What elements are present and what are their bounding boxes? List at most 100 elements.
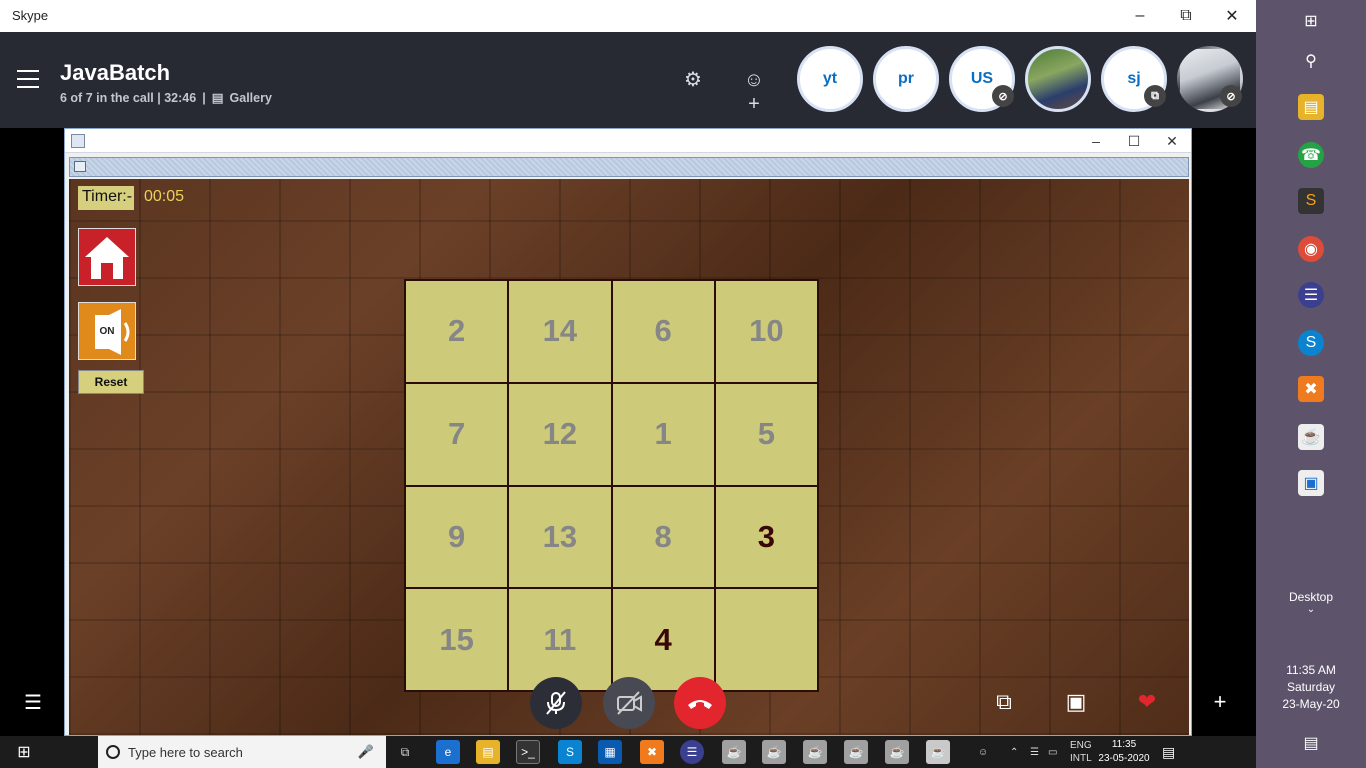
switch-camera-icon[interactable]: ⧉ [990, 688, 1018, 716]
puzzle-tile[interactable]: 10 [715, 281, 817, 382]
call-subtitle: 6 of 7 in the call | 32:46 | ▤ Gallery [60, 90, 272, 106]
phone-hangup-icon [688, 700, 712, 709]
wifi-icon[interactable]: ☰ [1030, 736, 1039, 768]
puzzle-tile-empty[interactable] [715, 589, 817, 690]
side-sublime-icon[interactable]: S [1298, 188, 1324, 214]
tray-chevron-icon[interactable]: ⌃ [1010, 736, 1018, 768]
puzzle-tile[interactable]: 2 [406, 281, 508, 382]
terminal-icon[interactable]: >_ [516, 740, 540, 764]
snapshot-icon[interactable]: ▣ [1062, 688, 1090, 716]
puzzle-tile[interactable]: 11 [509, 589, 611, 690]
java-app-icon-active[interactable]: ☕ [926, 740, 950, 764]
muted-mic-icon: ⊘ [1220, 85, 1242, 107]
puzzle-tile[interactable]: 5 [715, 383, 817, 485]
desktop-text: Desktop [1288, 590, 1334, 604]
desktop-label[interactable]: Desktop ⌄ [1256, 590, 1366, 615]
java-app-icon-4[interactable]: ☕ [844, 740, 868, 764]
side-whatsapp-icon[interactable]: ☎ [1298, 142, 1324, 168]
participant-avatar-pr[interactable]: pr [873, 46, 939, 112]
minimize-button[interactable]: – [1117, 0, 1163, 32]
puzzle-grid: 2 14 6 10 7 12 1 5 9 13 8 3 15 11 4 [404, 279, 819, 692]
java-app-icon-1[interactable]: ☕ [722, 740, 746, 764]
side-remote-icon[interactable]: ▣ [1298, 470, 1324, 496]
hang-up-button[interactable] [674, 677, 726, 729]
language-indicator[interactable]: ENG INTL [1070, 736, 1092, 768]
sound-state-label: ON [99, 325, 115, 337]
add-participant-icon[interactable]: ☺+ [742, 68, 766, 115]
taskbar-search[interactable]: Type here to search 🎤 [98, 736, 386, 768]
cortana-icon [106, 745, 120, 759]
participant-avatar-photo[interactable] [1025, 46, 1091, 112]
action-center-icon[interactable]: ▤ [1162, 736, 1175, 768]
java-app-icon-3[interactable]: ☕ [803, 740, 827, 764]
edge-icon[interactable]: e [436, 740, 460, 764]
side-windows-icon[interactable]: ⊞ [1298, 8, 1324, 34]
puzzle-tile[interactable]: 15 [406, 589, 508, 690]
self-avatar-photo[interactable]: ⊘ [1177, 46, 1243, 112]
reset-button[interactable]: Reset [78, 370, 144, 394]
java-maximize-button[interactable]: ☐ [1115, 129, 1153, 153]
close-button[interactable]: ✕ [1209, 0, 1255, 32]
side-search-icon[interactable]: ⚲ [1298, 48, 1324, 74]
side-skype-icon[interactable]: S [1298, 330, 1324, 356]
puzzle-tile[interactable]: 14 [509, 281, 611, 382]
video-off-icon [617, 691, 642, 715]
call-title: JavaBatch [60, 60, 171, 85]
task-view-icon[interactable]: ⧉ [393, 740, 417, 764]
microphone-icon[interactable]: 🎤 [358, 744, 374, 760]
java-app-icon-2[interactable]: ☕ [762, 740, 786, 764]
timer-label: Timer:- [78, 186, 134, 210]
restore-button[interactable]: ⧉ [1163, 0, 1209, 32]
java-close-button[interactable]: ✕ [1153, 129, 1191, 153]
file-explorer-icon[interactable]: ▤ [476, 740, 500, 764]
clock-time: 11:35 [1111, 739, 1137, 750]
side-notifications-icon[interactable]: ▤ [1298, 730, 1324, 756]
participant-avatar-us[interactable]: US ⊘ [949, 46, 1015, 112]
side-eclipse-icon[interactable]: ☰ [1298, 282, 1324, 308]
side-day: Saturday [1286, 680, 1336, 694]
puzzle-tile[interactable]: 9 [406, 486, 508, 588]
mic-mute-button[interactable] [530, 677, 582, 729]
add-icon[interactable]: + [1206, 688, 1234, 716]
gallery-label[interactable]: Gallery [230, 91, 272, 105]
side-time: 11:35 AM [1286, 663, 1336, 677]
lang-code: ENG [1070, 740, 1092, 751]
side-java-icon[interactable]: ☕ [1298, 424, 1324, 450]
side-chrome-icon[interactable]: ◉ [1298, 236, 1324, 262]
battery-icon[interactable]: ▭ [1048, 736, 1057, 768]
puzzle-tile[interactable]: 1 [612, 383, 714, 485]
puzzle-tile[interactable]: 8 [612, 486, 714, 588]
mic-off-icon [546, 691, 566, 715]
xampp-icon[interactable]: ✖ [640, 740, 664, 764]
separator: | [202, 90, 206, 105]
home-button[interactable] [78, 228, 136, 286]
video-toggle-button[interactable] [603, 677, 655, 729]
chat-icon[interactable]: ☰ [24, 690, 48, 714]
puzzle-tile[interactable]: 3 [715, 486, 817, 588]
puzzle-tile[interactable]: 7 [406, 383, 508, 485]
puzzle-tile[interactable]: 12 [509, 383, 611, 485]
side-clock: 11:35 AM Saturday 23-May-20 [1256, 662, 1366, 713]
skype-taskbar-icon[interactable]: S [558, 740, 582, 764]
puzzle-tile[interactable]: 4 [612, 589, 714, 690]
participant-avatar-sj[interactable]: sj ⧉ [1101, 46, 1167, 112]
side-xampp-icon[interactable]: ✖ [1298, 376, 1324, 402]
settings-gear-icon[interactable]: ⚙ [681, 68, 705, 92]
internal-frame-titlebar[interactable] [69, 157, 1189, 177]
home-icon [85, 237, 129, 279]
sound-toggle-button[interactable]: ON [78, 302, 136, 360]
store-icon[interactable]: ▦ [598, 740, 622, 764]
taskbar-clock[interactable]: 11:35 23-05-2020 [1096, 738, 1152, 766]
puzzle-tile[interactable]: 13 [509, 486, 611, 588]
menu-icon[interactable] [17, 70, 39, 88]
gallery-icon[interactable]: ▤ [212, 90, 224, 105]
participant-avatar-yt[interactable]: yt [797, 46, 863, 112]
eclipse-icon[interactable]: ☰ [680, 740, 704, 764]
puzzle-tile[interactable]: 6 [612, 281, 714, 382]
java-app-icon-5[interactable]: ☕ [885, 740, 909, 764]
java-minimize-button[interactable]: – [1077, 129, 1115, 153]
side-file-explorer-icon[interactable]: ▤ [1298, 94, 1324, 120]
people-icon[interactable]: ☺ [978, 736, 988, 768]
heart-reaction-icon[interactable]: ❤ [1133, 688, 1161, 716]
windows-start-icon[interactable]: ⊞ [0, 736, 48, 768]
